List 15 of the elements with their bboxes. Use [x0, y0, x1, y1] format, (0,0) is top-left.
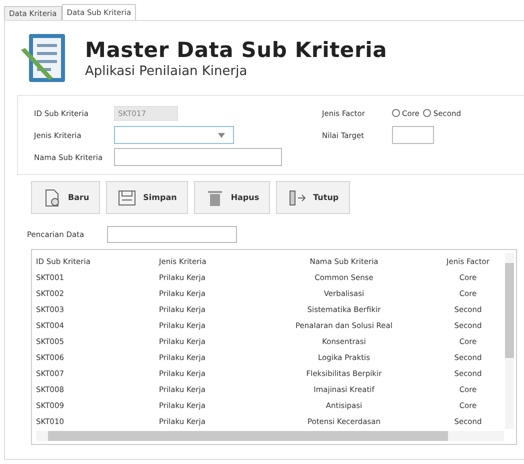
toolbar-button[interactable]: Baru: [31, 181, 100, 214]
toolbar-button[interactable]: Hapus: [194, 181, 270, 214]
floppy-icon: [117, 188, 138, 208]
page-subtitle: Aplikasi Penilaian Kinerja: [85, 64, 248, 78]
horizontal-scrollbar[interactable]: [36, 431, 504, 441]
dropdown-caret-icon: [218, 132, 225, 138]
vertical-scrollbar[interactable]: [505, 253, 514, 429]
exit-icon: [287, 188, 308, 208]
input-field[interactable]: [392, 126, 434, 144]
dropdown-field[interactable]: [114, 126, 234, 144]
toolbar-button[interactable]: Tutup: [276, 181, 350, 214]
input-field[interactable]: [114, 148, 282, 166]
search-field[interactable]: [107, 226, 237, 243]
page-title: Master Data Sub Kriteria: [85, 38, 388, 62]
toolbar-button[interactable]: Simpan: [106, 181, 188, 214]
